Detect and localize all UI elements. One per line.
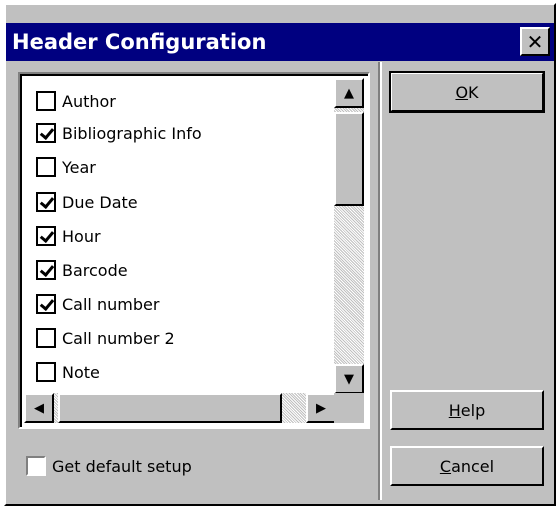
list-item-label: Author [62, 91, 116, 111]
default-setup-label: Get default setup [52, 456, 192, 476]
arrow-up-icon: ▲ [344, 85, 354, 101]
ok-label: K [468, 82, 479, 102]
list-item-due-date[interactable]: Due Date [36, 187, 138, 217]
vertical-scroll-thumb[interactable] [334, 112, 364, 206]
horizontal-scrollbar[interactable]: ◀ ▶ [24, 393, 336, 423]
header-fields-listbox[interactable]: Author Bibliographic Info Year Due Date … [18, 72, 370, 429]
arrow-right-icon: ▶ [316, 400, 326, 416]
arrow-left-icon: ◀ [34, 400, 44, 416]
help-button[interactable]: Help [390, 390, 544, 430]
list-item-call-number[interactable]: Call number [36, 289, 159, 319]
checkbox-bibliographic-info[interactable] [36, 123, 56, 143]
list-item-hour[interactable]: Hour [36, 221, 101, 251]
help-mnemonic: H [448, 400, 461, 420]
list-item-author[interactable]: Author [36, 86, 116, 116]
vertical-scrollbar[interactable]: ▲ ▼ [334, 78, 364, 394]
checkbox-author[interactable] [36, 91, 56, 111]
arrow-down-icon: ▼ [344, 371, 354, 387]
help-label: elp [460, 400, 486, 420]
list-item-bibliographic-info[interactable]: Bibliographic Info [36, 118, 202, 148]
list-item-year[interactable]: Year [36, 152, 96, 182]
close-icon: ✕ [526, 29, 544, 54]
list-item-call-number-2[interactable]: Call number 2 [36, 323, 175, 353]
title-bar: Header Configuration ✕ [6, 23, 554, 61]
list-item-note[interactable]: Note [36, 357, 100, 387]
list-item-label: Due Date [62, 192, 138, 212]
list-item-label: Hour [62, 226, 101, 246]
checkbox-hour[interactable] [36, 226, 56, 246]
checkbox-note[interactable] [36, 362, 56, 382]
checkbox-barcode[interactable] [36, 260, 56, 280]
checkbox-due-date[interactable] [36, 192, 56, 212]
ok-mnemonic: O [455, 82, 469, 102]
close-button[interactable]: ✕ [520, 27, 550, 56]
scroll-left-button[interactable]: ◀ [24, 393, 54, 423]
cancel-label: ancel [451, 456, 495, 476]
list-item-label: Bibliographic Info [62, 123, 202, 143]
checkbox-call-number[interactable] [36, 294, 56, 314]
cancel-button[interactable]: Cancel [390, 446, 544, 486]
header-list-panel: Author Bibliographic Info Year Due Date … [18, 72, 370, 429]
vertical-divider [378, 62, 382, 500]
list-item-label: Call number 2 [62, 328, 175, 348]
default-setup-checkbox[interactable] [26, 456, 46, 476]
window-title: Header Configuration [12, 30, 267, 54]
checkbox-year[interactable] [36, 157, 56, 177]
scroll-down-button[interactable]: ▼ [334, 364, 364, 394]
checkbox-call-number-2[interactable] [36, 328, 56, 348]
list-item-label: Call number [62, 294, 160, 314]
scroll-right-button[interactable]: ▶ [306, 393, 336, 423]
list-item-barcode[interactable]: Barcode [36, 255, 128, 285]
list-item-label: Year [62, 157, 96, 177]
ok-button[interactable]: OK [389, 71, 545, 113]
default-setup-option[interactable]: Get default setup [26, 456, 192, 476]
cancel-mnemonic: C [439, 456, 452, 476]
scroll-up-button[interactable]: ▲ [334, 78, 364, 108]
horizontal-scroll-thumb[interactable] [58, 393, 282, 423]
scrollbar-corner [334, 393, 364, 423]
list-item-label: Note [62, 362, 100, 382]
list-item-label: Barcode [62, 260, 128, 280]
